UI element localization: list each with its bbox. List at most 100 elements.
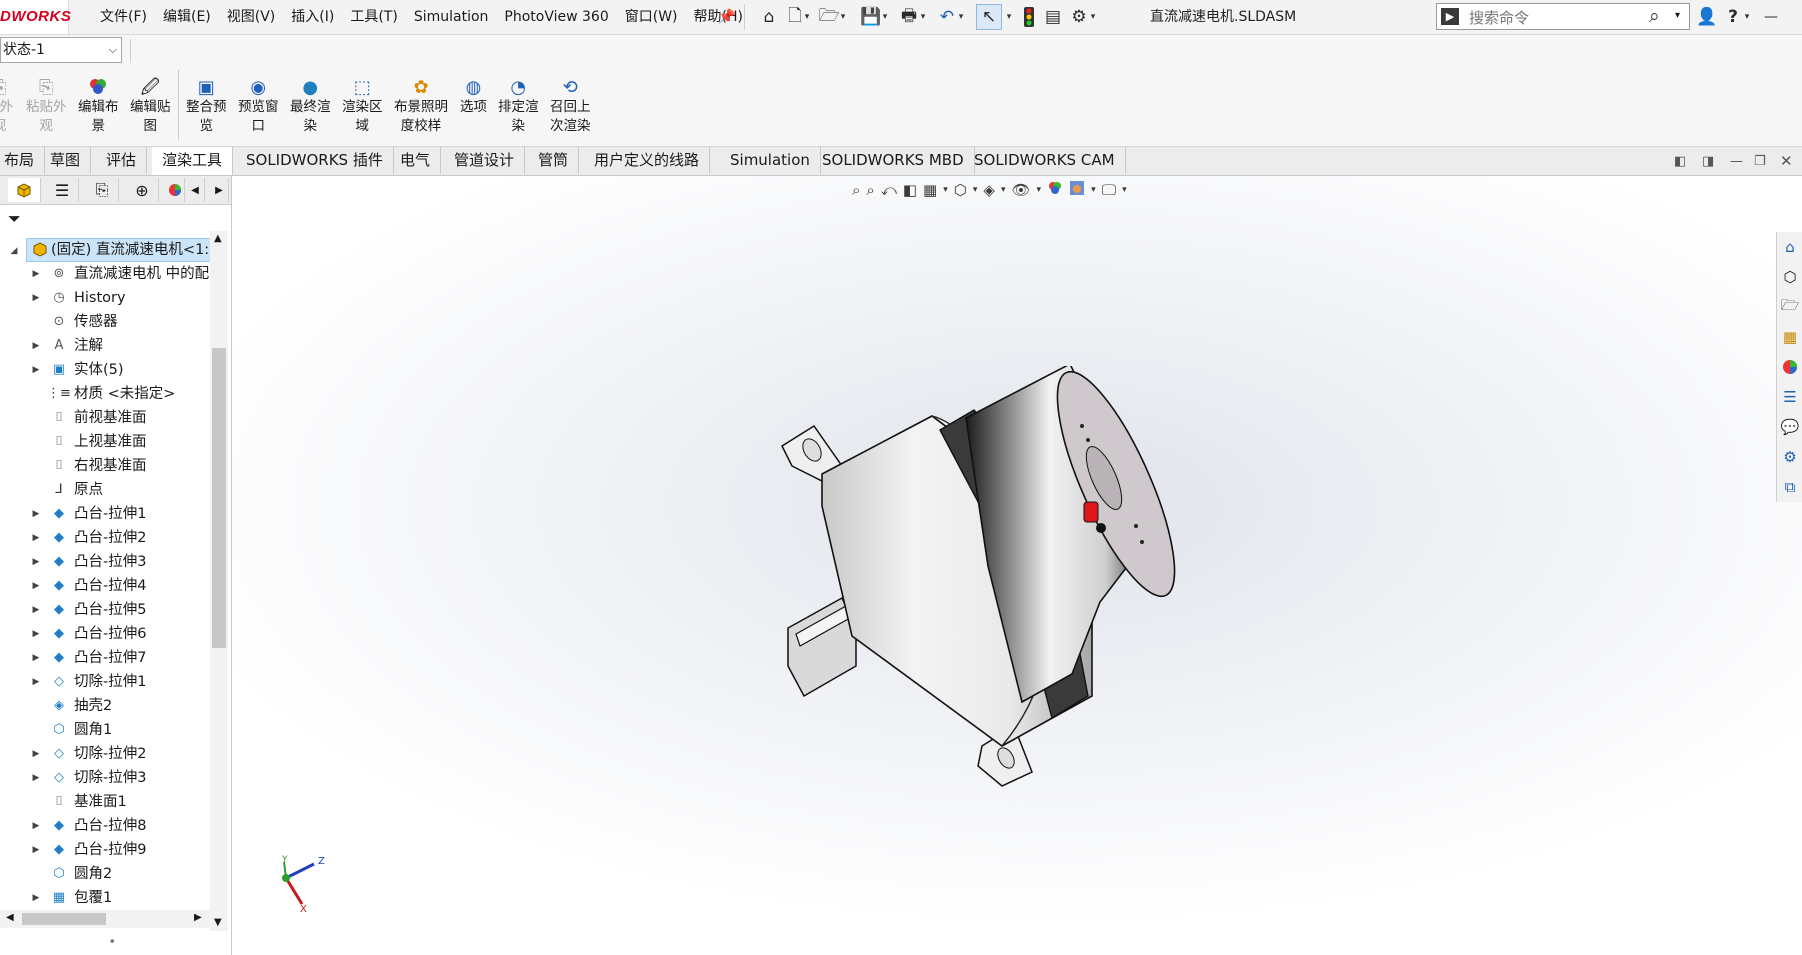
solidworks-resources-icon[interactable]: ⌂ [1777, 232, 1802, 262]
tab-tubing[interactable]: 管筒 [528, 147, 580, 174]
chevron-down-icon[interactable]: ▾ [1742, 6, 1752, 28]
custom-properties-icon[interactable]: ☰ [1777, 382, 1802, 412]
tab-user-defined-route[interactable]: 用户定义的线路 [584, 147, 711, 174]
zoom-to-fit-icon[interactable]: ⌕ [852, 181, 860, 199]
scroll-down-icon[interactable]: ▼ [214, 917, 222, 928]
expand-arrow-icon[interactable]: ▶ [30, 286, 42, 310]
chevron-down-icon[interactable]: ▾ [956, 6, 966, 28]
tab-solidworks-mbd[interactable]: SOLIDWORKS MBD [812, 147, 975, 174]
horizontal-scroll-thumb[interactable] [22, 913, 106, 925]
menu-edit[interactable]: 编辑(E) [155, 0, 219, 34]
tree-item[interactable]: ▶ ◇ 切除-拉伸1 [0, 670, 208, 694]
open-folder-icon[interactable]: 🗁 [818, 6, 840, 28]
tile-right-icon[interactable]: ◨ [1702, 154, 1714, 169]
expand-arrow-icon[interactable]: ▶ [30, 814, 42, 838]
expand-arrow-icon[interactable]: ▶ [30, 358, 42, 382]
home-icon[interactable]: ⌂ [758, 6, 780, 28]
motor-3d-model[interactable] [752, 366, 1312, 806]
tree-item[interactable]: ▶ ⊚ 直流减速电机 中的配 [0, 262, 210, 286]
tree-item[interactable]: ▶ ◇ 切除-拉伸2 [0, 742, 208, 766]
display-style-icon[interactable]: ◈ [983, 181, 995, 199]
tree-item[interactable]: ▶ ◇ 切除-拉伸3 [0, 766, 208, 790]
ribbon-options-button[interactable]: ◍ 选项 [460, 76, 487, 117]
file-properties-icon[interactable]: ▤ [1042, 6, 1064, 28]
tree-item[interactable]: ⬡ 圆角2 [0, 862, 208, 886]
tree-item[interactable]: ▶ ◆ 凸台-拉伸2 [0, 526, 208, 550]
menu-simulation[interactable]: Simulation [406, 0, 497, 34]
expand-arrow-icon[interactable]: ▶ [30, 262, 42, 286]
tree-item[interactable]: ▶ ◆ 凸台-拉伸8 [0, 814, 208, 838]
ribbon-paste-appearance-button[interactable]: ⎘ 粘贴外 观 [26, 76, 67, 136]
tree-item[interactable]: ◈ 抽壳2 [0, 694, 208, 718]
tree-item[interactable]: ⬡ 圆角1 [0, 718, 208, 742]
close-viewport-icon[interactable]: ✕ [1780, 152, 1793, 170]
tab-solidworks-cam[interactable]: SOLIDWORKS CAM [964, 147, 1126, 174]
dynamic-annotation-icon[interactable]: ▦ [923, 181, 937, 199]
tab-render-tools[interactable]: 渲染工具 [152, 147, 234, 175]
search-commands-box[interactable]: ▶ ⌕ ▾ [1436, 3, 1690, 30]
tab-solidworks-addins[interactable]: SOLIDWORKS 插件 [236, 147, 394, 174]
tab-piping[interactable]: 管道设计 [444, 147, 526, 174]
pin-icon[interactable]: 📌 [716, 6, 738, 28]
tree-item[interactable]: ⅃ 原点 [0, 478, 208, 502]
scroll-right-icon[interactable]: ▶ [194, 912, 202, 923]
tree-item[interactable]: ▶ A 注解 [0, 334, 208, 358]
tile-left-icon[interactable]: ◧ [1674, 154, 1686, 169]
tree-item[interactable]: ▶ ◷ History [0, 286, 208, 310]
chevron-down-icon[interactable]: ▾ [1004, 6, 1014, 28]
tree-item[interactable]: ▶ ◆ 凸台-拉伸1 [0, 502, 208, 526]
appearances-scenes-icon[interactable] [1777, 352, 1802, 382]
hide-show-items-icon[interactable]: 👁 [1011, 181, 1030, 199]
expand-arrow-icon[interactable]: ▶ [30, 766, 42, 790]
tree-item[interactable]: ▶ ◆ 凸台-拉伸9 [0, 838, 208, 862]
chevron-down-icon[interactable]: ▾ [973, 185, 978, 195]
section-view-icon[interactable]: ◧ [903, 181, 917, 199]
ribbon-render-region-button[interactable]: ⬚ 渲染区 域 [342, 76, 383, 136]
expand-arrow-icon[interactable]: ▶ [30, 550, 42, 574]
ribbon-edit-scene-button[interactable]: 编辑布 景 [78, 76, 119, 136]
previous-view-icon[interactable]: ⤺ [881, 181, 897, 199]
scroll-up-icon[interactable]: ▲ [214, 233, 222, 244]
configuration-select[interactable]: 状态-1 ⌵ [0, 37, 122, 63]
view-settings-icon[interactable]: 🖵 [1102, 181, 1116, 199]
chevron-down-icon[interactable]: ▾ [1091, 185, 1096, 195]
ribbon-cut-appearance-button[interactable]: ⎘ 剖外 观 [0, 76, 13, 136]
expand-arrow-icon[interactable]: ▶ [30, 886, 42, 910]
menu-view[interactable]: 视图(V) [219, 0, 284, 34]
user-icon[interactable]: 👤 [1696, 6, 1718, 28]
minimize-icon[interactable]: — [1760, 6, 1782, 28]
search-input[interactable] [1467, 6, 1631, 29]
tree-item[interactable]: ▶ ◆ 凸台-拉伸5 [0, 598, 208, 622]
expand-arrow-icon[interactable]: ▶ [30, 670, 42, 694]
tree-item[interactable]: ⋮≡ 材质 <未指定> [0, 382, 208, 406]
tree-item[interactable]: ⌷ 右视基准面 [0, 454, 208, 478]
chevron-down-icon[interactable]: ▾ [943, 185, 948, 195]
expand-arrow-icon[interactable]: ▶ [30, 502, 42, 526]
chevron-down-icon[interactable]: ▾ [1122, 185, 1127, 195]
tab-electrical[interactable]: 电气 [390, 147, 442, 174]
chevron-down-icon[interactable]: ▾ [1037, 185, 1042, 195]
ribbon-scene-illumination-button[interactable]: ✿ 布景照明 度校样 [394, 76, 448, 136]
ribbon-final-render-button[interactable]: ● 最终渲 染 [290, 76, 331, 136]
ribbon-preview-window-button[interactable]: ◉ 预览窗 口 [238, 76, 279, 136]
menu-file[interactable]: 文件(F) [92, 0, 155, 34]
expand-arrow-icon[interactable]: ▶ [30, 526, 42, 550]
menu-window[interactable]: 窗口(W) [617, 0, 686, 34]
minimize-viewport-icon[interactable]: — [1730, 154, 1743, 169]
help-question-icon[interactable]: ? [1722, 6, 1744, 28]
edit-appearance-icon[interactable] [1047, 180, 1063, 200]
scroll-left-icon[interactable]: ◀ [6, 912, 14, 923]
design-library-icon[interactable]: ⬡ [1777, 262, 1802, 292]
menu-insert[interactable]: 插入(I) [283, 0, 342, 34]
expand-arrow-icon[interactable]: ▶ [30, 838, 42, 862]
chevron-down-icon[interactable]: ▾ [880, 6, 890, 28]
chevron-down-icon[interactable]: ▾ [918, 6, 928, 28]
tree-item[interactable]: ⌷ 上视基准面 [0, 430, 208, 454]
file-explorer-icon[interactable]: 🗁 [1777, 292, 1802, 322]
tree-item[interactable]: ▶ ◆ 凸台-拉伸3 [0, 550, 208, 574]
tree-item[interactable]: ▶ ▣ 实体(5) [0, 358, 208, 382]
expand-arrow-icon[interactable]: ▶ [30, 646, 42, 670]
tab-layout[interactable]: 布局 [0, 147, 46, 174]
restore-viewport-icon[interactable]: ❐ [1754, 154, 1766, 169]
expand-arrow-icon[interactable]: ▶ [30, 622, 42, 646]
